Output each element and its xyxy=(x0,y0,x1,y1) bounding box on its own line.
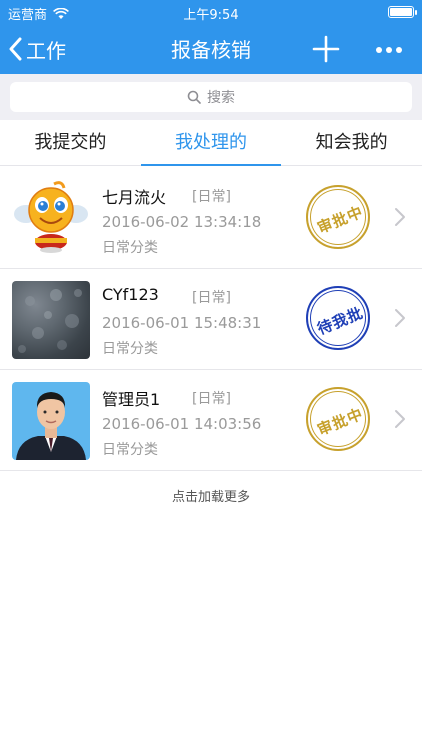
back-label: 工作 xyxy=(26,38,66,63)
chevron-right-icon xyxy=(395,410,405,428)
status-stamp: 审批中 xyxy=(306,185,370,249)
tab-processing[interactable]: 我处理的 xyxy=(140,120,282,166)
stamp-label: 审批中 xyxy=(314,404,366,439)
shadow-photo-avatar xyxy=(12,281,90,359)
item-date: 2016-06-01 14:03:56 xyxy=(102,415,262,433)
item-name: CYf123 xyxy=(102,285,159,304)
chevron-left-icon xyxy=(9,37,22,61)
item-date: 2016-06-01 15:48:31 xyxy=(102,314,262,332)
status-time: 上午9:54 xyxy=(183,8,239,23)
list-item[interactable]: 七月流火 [日常] 2016-06-02 13:34:18 日常分类 审批中 xyxy=(0,168,422,269)
status-stamp: 审批中 xyxy=(306,387,370,451)
load-more-button[interactable]: 点击加载更多 xyxy=(0,486,422,505)
request-list: 七月流火 [日常] 2016-06-02 13:34:18 日常分类 审批中 C… xyxy=(0,168,422,471)
chevron-right-icon xyxy=(395,309,405,327)
item-date: 2016-06-02 13:34:18 xyxy=(102,213,262,231)
list-item[interactable]: CYf123 [日常] 2016-06-01 15:48:31 日常分类 待我批 xyxy=(0,269,422,370)
item-tag: [日常] xyxy=(192,290,231,306)
search-input[interactable]: 搜索 xyxy=(10,82,412,112)
item-category: 日常分类 xyxy=(102,442,158,458)
item-name: 七月流火 xyxy=(102,188,167,207)
tab-notified[interactable]: 知会我的 xyxy=(281,120,422,165)
battery-icon xyxy=(388,6,417,18)
search-area: 搜索 xyxy=(0,74,422,120)
status-bar: 运营商 上午9:54 xyxy=(0,0,422,24)
app-header: 运营商 上午9:54 工作 报备核销 xyxy=(0,0,422,74)
chevron-right-icon xyxy=(395,208,405,226)
navigation-bar: 工作 报备核销 xyxy=(0,24,422,74)
item-category: 日常分类 xyxy=(102,240,158,256)
back-button[interactable]: 工作 xyxy=(8,34,66,64)
add-button[interactable] xyxy=(312,35,340,63)
tab-submitted[interactable]: 我提交的 xyxy=(0,120,141,165)
tab-bar: 我提交的 我处理的 知会我的 xyxy=(0,120,422,166)
stamp-label: 审批中 xyxy=(314,202,366,237)
search-placeholder: 搜索 xyxy=(207,90,235,106)
list-item[interactable]: 管理员1 [日常] 2016-06-01 14:03:56 日常分类 审批中 xyxy=(0,370,422,471)
more-icon[interactable] xyxy=(374,35,404,63)
item-tag: [日常] xyxy=(192,189,231,205)
item-tag: [日常] xyxy=(192,391,231,407)
status-stamp: 待我批 xyxy=(306,286,370,350)
person-portrait-avatar xyxy=(12,382,90,460)
stamp-label: 待我批 xyxy=(314,303,366,338)
item-name: 管理员1 xyxy=(102,390,161,409)
search-icon xyxy=(187,90,201,104)
cartoon-smiley-avatar xyxy=(12,180,90,258)
item-category: 日常分类 xyxy=(102,341,158,357)
